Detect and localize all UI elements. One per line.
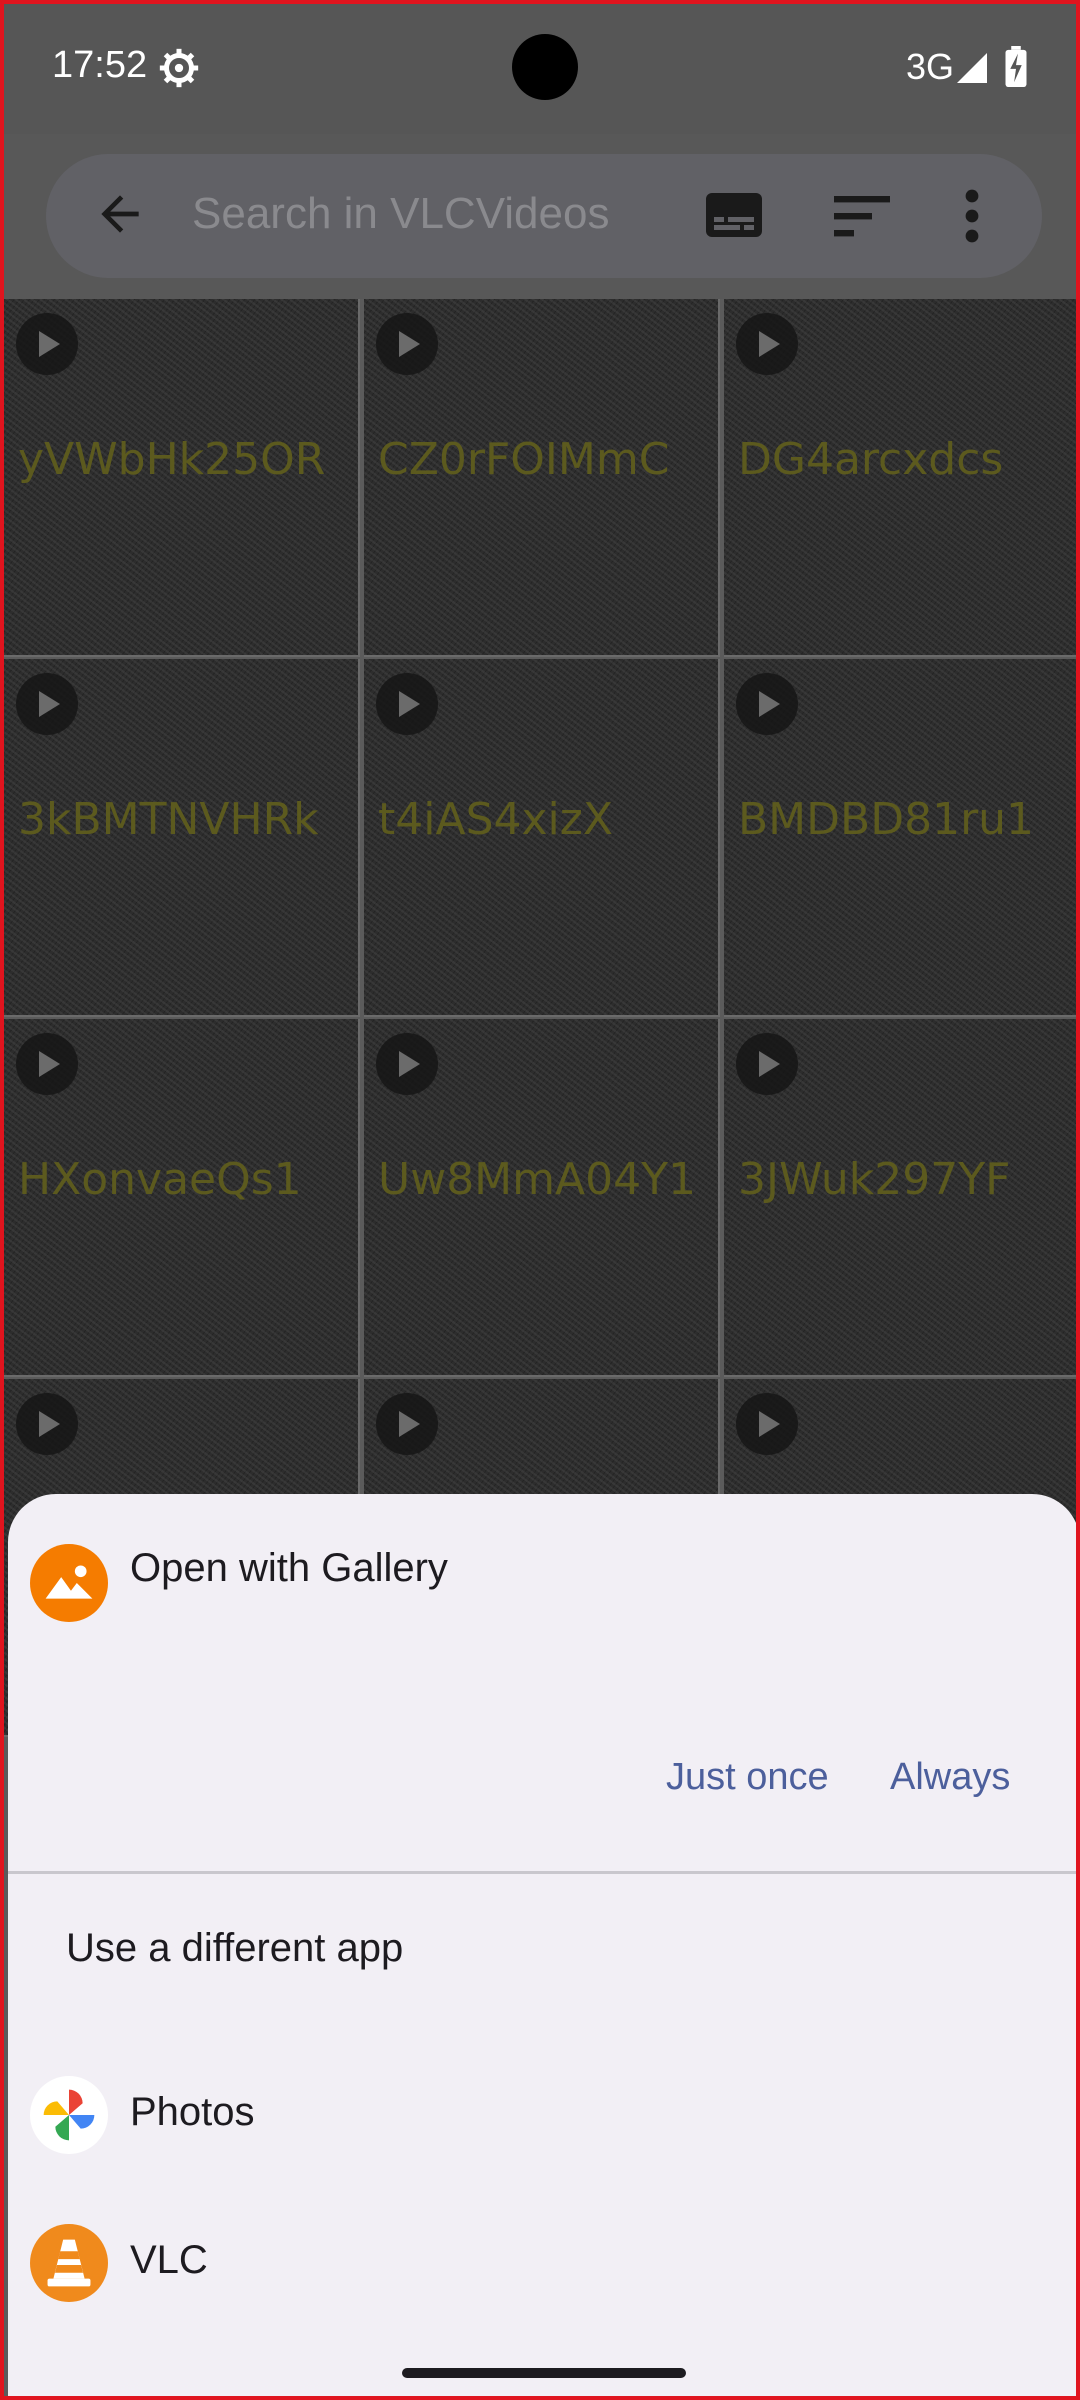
play-icon[interactable] <box>376 313 438 375</box>
video-title: HXonvaeQs1 <box>18 1154 302 1205</box>
play-icon[interactable] <box>16 1033 78 1095</box>
back-arrow-icon[interactable] <box>92 186 148 242</box>
video-title: 3JWuk297YF <box>738 1154 1011 1205</box>
use-different-app-label: Use a different app <box>66 1926 404 1970</box>
network-type: 3G <box>905 46 954 87</box>
video-tile[interactable]: DG4arcxdcs <box>724 299 1076 657</box>
open-with-title: Open with Gallery <box>130 1546 448 1590</box>
app-chooser-sheet: Open with Gallery Just once Always Use a… <box>8 1494 1076 2396</box>
play-icon[interactable] <box>736 673 798 735</box>
status-time: 17:52 <box>52 44 148 86</box>
video-tile[interactable]: yVWbHk25OR <box>4 299 360 657</box>
battery-charging-icon <box>1005 46 1027 88</box>
play-icon[interactable] <box>736 313 798 375</box>
play-icon[interactable] <box>736 1033 798 1095</box>
subtitles-icon[interactable] <box>706 192 762 238</box>
play-icon[interactable] <box>376 673 438 735</box>
play-icon[interactable] <box>16 313 78 375</box>
video-tile[interactable]: 3JWuk297YF <box>724 1019 1076 1377</box>
video-title: CZ0rFOIMmC <box>378 434 670 485</box>
app-option-photos[interactable]: Photos <box>130 2090 255 2135</box>
video-tile[interactable]: CZ0rFOIMmC <box>364 299 720 657</box>
sort-icon[interactable] <box>834 194 890 238</box>
app-option-vlc[interactable]: VLC <box>130 2238 208 2283</box>
search-input[interactable]: Search in VLCVideos <box>192 189 609 239</box>
video-title: DG4arcxdcs <box>738 434 1004 485</box>
play-icon[interactable] <box>376 1033 438 1095</box>
video-title: Uw8MmA04Y1 <box>378 1154 696 1205</box>
status-bar: 17:52 3G <box>4 4 1076 134</box>
vlc-app-icon[interactable] <box>30 2224 108 2302</box>
video-title: BMDBD81ru1 <box>738 794 1035 845</box>
screen-frame: 17:52 3G Search in VLCVideos yVWbHk25OR … <box>0 0 1080 2400</box>
divider <box>8 1871 1076 1874</box>
just-once-button[interactable]: Just once <box>666 1756 829 1799</box>
photos-app-icon[interactable] <box>30 2076 108 2154</box>
more-options-icon[interactable] <box>954 188 990 244</box>
play-icon[interactable] <box>16 673 78 735</box>
always-button[interactable]: Always <box>890 1756 1010 1799</box>
play-icon[interactable] <box>16 1393 78 1455</box>
gear-icon <box>159 48 199 88</box>
gesture-nav-handle[interactable] <box>402 2368 686 2378</box>
video-title: t4iAS4xizX <box>378 794 613 845</box>
video-grid: yVWbHk25OR CZ0rFOIMmC DG4arcxdcs 3kBMTNV… <box>4 299 1076 1737</box>
video-tile[interactable]: Uw8MmA04Y1 <box>364 1019 720 1377</box>
video-tile[interactable]: 3kBMTNVHRk <box>4 659 360 1017</box>
camera-cutout <box>512 34 578 100</box>
play-icon[interactable] <box>736 1393 798 1455</box>
video-tile[interactable]: HXonvaeQs1 <box>4 1019 360 1377</box>
play-icon[interactable] <box>376 1393 438 1455</box>
video-title: yVWbHk25OR <box>18 434 326 485</box>
signal-icon <box>957 53 987 83</box>
gallery-app-icon <box>30 1544 108 1622</box>
video-tile[interactable]: BMDBD81ru1 <box>724 659 1076 1017</box>
video-title: 3kBMTNVHRk <box>18 794 319 845</box>
video-tile[interactable]: t4iAS4xizX <box>364 659 720 1017</box>
